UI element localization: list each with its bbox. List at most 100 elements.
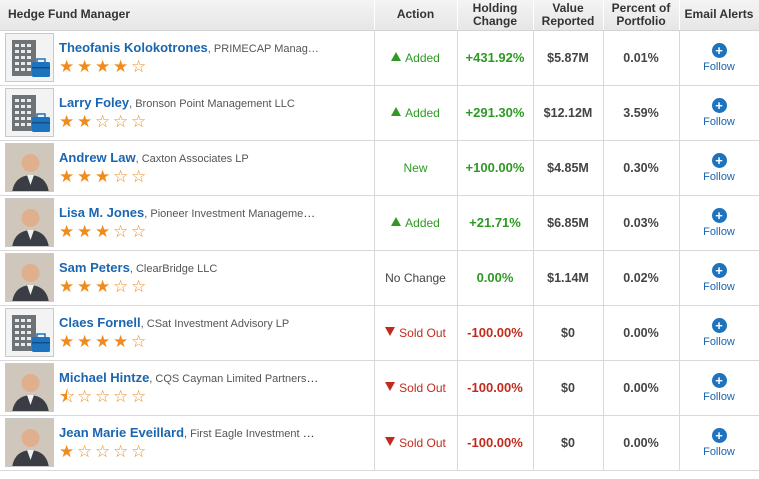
manager-name-link[interactable]: Sam Peters xyxy=(59,260,130,275)
star-empty-icon: ☆ xyxy=(131,167,147,186)
star-empty-icon: ☆ xyxy=(95,112,111,131)
header-email-alerts: Email Alerts xyxy=(679,0,759,31)
manager-cell: Andrew Law, Caxton Associates LP ★ ★ ★ ☆ ☆ xyxy=(0,140,375,196)
arrow-down-icon xyxy=(385,436,396,446)
manager-details: Theofanis Kolokotrones, PRIMECAP Manag… … xyxy=(59,40,321,75)
holding-change-value: -100.00% xyxy=(467,325,523,340)
manager-name-link[interactable]: Michael Hintze xyxy=(59,370,149,385)
manager-name-link[interactable]: Theofanis Kolokotrones xyxy=(59,40,208,55)
action-label: Added xyxy=(405,50,440,65)
plus-circle-icon: + xyxy=(711,97,727,113)
header-manager[interactable]: Hedge Fund Manager xyxy=(0,0,375,31)
building-icon[interactable] xyxy=(5,308,54,357)
avatar-photo[interactable] xyxy=(5,363,54,412)
holding-change-value: +100.00% xyxy=(465,160,525,175)
action-label: Sold Out xyxy=(399,380,446,395)
follow-button[interactable]: + Follow xyxy=(680,317,759,348)
percent-of-portfolio: 0.02% xyxy=(623,270,659,285)
manager-info: Jean Marie Eveillard, First Eagle Invest… xyxy=(5,418,374,467)
star-empty-icon: ☆ xyxy=(113,112,129,131)
plus-circle-icon: + xyxy=(711,427,727,443)
manager-name-link[interactable]: Andrew Law xyxy=(59,150,136,165)
header-value-reported[interactable]: Value Reported xyxy=(533,0,604,31)
follow-label: Follow xyxy=(703,390,735,403)
arrow-up-icon xyxy=(391,106,402,116)
follow-button[interactable]: + Follow xyxy=(680,427,759,458)
follow-button[interactable]: + Follow xyxy=(680,42,759,73)
star-full-icon: ★ xyxy=(59,57,75,76)
header-percent-portfolio[interactable]: Percent of Portfolio xyxy=(603,0,680,31)
header-action[interactable]: Action xyxy=(374,0,458,31)
manager-name-link[interactable]: Lisa M. Jones xyxy=(59,205,144,220)
value-reported: $12.12M xyxy=(543,105,593,120)
plus-circle-icon: + xyxy=(711,372,727,388)
building-icon[interactable] xyxy=(5,88,54,137)
table-row: Jean Marie Eveillard, First Eagle Invest… xyxy=(0,415,759,471)
follow-label: Follow xyxy=(703,225,735,238)
plus-circle-icon: + xyxy=(711,262,727,278)
holding-change-value: +21.71% xyxy=(469,215,521,230)
follow-label: Follow xyxy=(703,280,735,293)
manager-cell: Michael Hintze, CQS Cayman Limited Partn… xyxy=(0,360,375,416)
value-reported: $6.85M xyxy=(547,215,589,230)
manager-info: Claes Fornell, CSat Investment Advisory … xyxy=(5,308,374,357)
action-label: No Change xyxy=(385,270,446,285)
holding-change-cell: +431.92% xyxy=(457,30,534,86)
star-full-icon: ★ xyxy=(59,222,75,241)
follow-button[interactable]: + Follow xyxy=(680,372,759,403)
star-empty-icon: ☆ xyxy=(131,442,147,461)
star-empty-icon: ☆ xyxy=(95,442,111,461)
action-label: Sold Out xyxy=(399,435,446,450)
star-rating: ★ ★ ★ ☆ ☆ xyxy=(59,278,321,295)
holding-change-value: -100.00% xyxy=(467,435,523,450)
manager-name-link[interactable]: Larry Foley xyxy=(59,95,129,110)
follow-button[interactable]: + Follow xyxy=(680,262,759,293)
header-holding-change[interactable]: Holding Change xyxy=(457,0,534,31)
star-full-icon: ★ xyxy=(59,442,75,461)
star-rating: ★ ☆ ☆ ☆ ☆ xyxy=(59,443,321,460)
follow-button[interactable]: + Follow xyxy=(680,207,759,238)
avatar-photo[interactable] xyxy=(5,418,54,467)
star-empty-icon: ☆ xyxy=(77,442,93,461)
avatar-photo[interactable] xyxy=(5,198,54,247)
avatar-photo[interactable] xyxy=(5,253,54,302)
percent-of-portfolio: 0.00% xyxy=(623,325,659,340)
value-reported-cell: $0 xyxy=(533,415,604,471)
avatar-photo[interactable] xyxy=(5,143,54,192)
firm-name: , Pioneer Investment Management… xyxy=(144,208,321,220)
manager-info: Michael Hintze, CQS Cayman Limited Partn… xyxy=(5,363,374,412)
manager-details: Lisa M. Jones, Pioneer Investment Manage… xyxy=(59,205,321,240)
manager-details: Claes Fornell, CSat Investment Advisory … xyxy=(59,315,321,350)
value-reported-cell: $0 xyxy=(533,360,604,416)
manager-cell: Theofanis Kolokotrones, PRIMECAP Manag… … xyxy=(0,30,375,86)
holding-change-cell: +291.30% xyxy=(457,85,534,141)
star-empty-icon: ☆ xyxy=(131,57,147,76)
name-line: Jean Marie Eveillard, First Eagle Invest… xyxy=(59,425,321,440)
building-icon[interactable] xyxy=(5,33,54,82)
email-alert-cell: + Follow xyxy=(679,30,759,86)
holding-change-cell: +100.00% xyxy=(457,140,534,196)
action-label: Added xyxy=(405,215,440,230)
percent-portfolio-cell: 0.00% xyxy=(603,305,680,361)
holding-change-cell: 0.00% xyxy=(457,250,534,306)
star-empty-icon: ☆ xyxy=(95,387,111,406)
arrow-down-icon xyxy=(385,381,396,391)
star-full-icon: ★ xyxy=(113,332,129,351)
star-empty-icon: ☆ xyxy=(113,387,129,406)
star-empty-icon: ☆ xyxy=(131,332,147,351)
action-cell: Added xyxy=(374,85,458,141)
star-full-icon: ★ xyxy=(77,332,93,351)
action-cell: New xyxy=(374,140,458,196)
percent-portfolio-cell: 3.59% xyxy=(603,85,680,141)
arrow-down-icon xyxy=(385,326,396,336)
manager-name-link[interactable]: Claes Fornell xyxy=(59,315,141,330)
star-full-icon: ★ xyxy=(77,222,93,241)
star-full-icon: ★ xyxy=(59,112,75,131)
name-line: Larry Foley, Bronson Point Management LL… xyxy=(59,95,321,110)
table-row: Theofanis Kolokotrones, PRIMECAP Manag… … xyxy=(0,30,759,86)
follow-button[interactable]: + Follow xyxy=(680,97,759,128)
percent-of-portfolio: 0.30% xyxy=(623,160,659,175)
follow-button[interactable]: + Follow xyxy=(680,152,759,183)
firm-name: , First Eagle Investment M… xyxy=(184,428,321,440)
manager-name-link[interactable]: Jean Marie Eveillard xyxy=(59,425,184,440)
